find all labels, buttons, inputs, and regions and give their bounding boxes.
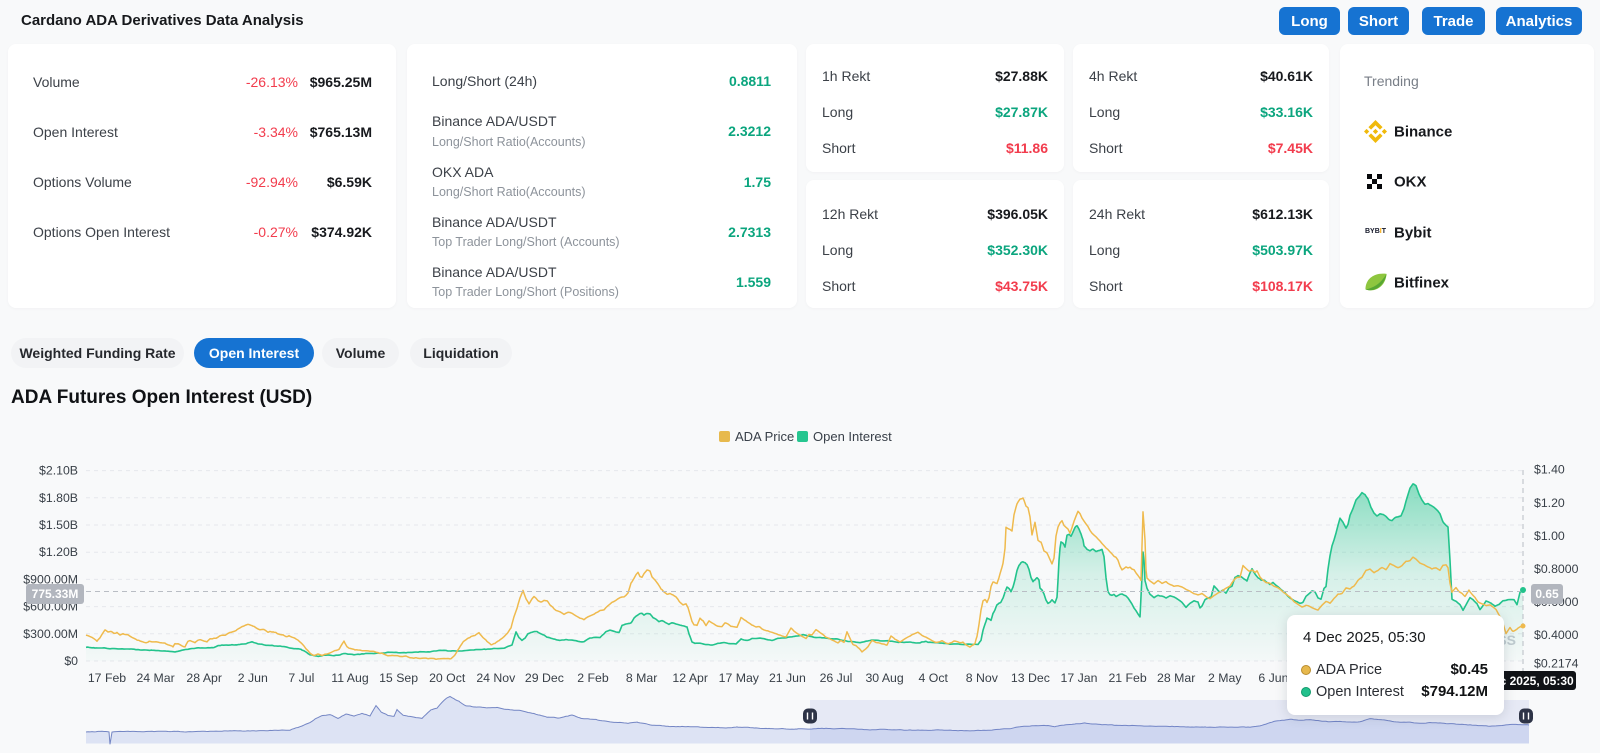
svg-text:$2.10B: $2.10B — [39, 464, 78, 478]
svg-text:$0.2174: $0.2174 — [1534, 657, 1579, 671]
svg-text:30 Aug: 30 Aug — [865, 671, 903, 685]
svg-text:13 Dec: 13 Dec — [1011, 671, 1050, 685]
svg-text:21 Jun: 21 Jun — [769, 671, 806, 685]
svg-text:6 Jun: 6 Jun — [1258, 671, 1288, 685]
svg-text:ADA Price: ADA Price — [735, 429, 794, 444]
svg-text:$1.20B: $1.20B — [39, 545, 78, 559]
svg-text:29 Dec: 29 Dec — [525, 671, 564, 685]
svg-text:21 Feb: 21 Feb — [1108, 671, 1146, 685]
svg-text:$300.00M: $300.00M — [23, 627, 78, 641]
svg-text:28 Apr: 28 Apr — [186, 671, 222, 685]
svg-text:20 Oct: 20 Oct — [429, 671, 466, 685]
svg-text:2 Jun: 2 Jun — [238, 671, 268, 685]
svg-text:24 Nov: 24 Nov — [476, 671, 516, 685]
svg-text:8 Nov: 8 Nov — [966, 671, 999, 685]
svg-text:2 Feb: 2 Feb — [577, 671, 609, 685]
svg-text:17 Jan: 17 Jan — [1061, 671, 1098, 685]
svg-text:8 Mar: 8 Mar — [626, 671, 657, 685]
svg-text:7 Jul: 7 Jul — [288, 671, 314, 685]
svg-text:2 May: 2 May — [1208, 671, 1242, 685]
svg-text:11 Aug: 11 Aug — [331, 671, 369, 685]
svg-text:$1.20: $1.20 — [1534, 496, 1565, 510]
svg-text:$0.8000: $0.8000 — [1534, 562, 1579, 576]
svg-text:$0: $0 — [64, 654, 78, 668]
svg-text:28 Mar: 28 Mar — [1157, 671, 1195, 685]
svg-text:24 Mar: 24 Mar — [136, 671, 174, 685]
svg-text:$1.40: $1.40 — [1534, 463, 1565, 477]
svg-text:26 Jul: 26 Jul — [820, 671, 853, 685]
svg-text:$1.80B: $1.80B — [39, 491, 78, 505]
svg-text:Open Interest: Open Interest — [813, 429, 892, 444]
svg-text:$1.00: $1.00 — [1534, 529, 1565, 543]
svg-text:15 Sep: 15 Sep — [379, 671, 418, 685]
svg-text:17 Feb: 17 Feb — [88, 671, 126, 685]
svg-text:$0.4000: $0.4000 — [1534, 628, 1579, 642]
svg-text:$1.50B: $1.50B — [39, 518, 78, 532]
svg-text:17 May: 17 May — [719, 671, 760, 685]
svg-text:12 Apr: 12 Apr — [672, 671, 708, 685]
svg-text:4 Oct: 4 Oct — [919, 671, 949, 685]
